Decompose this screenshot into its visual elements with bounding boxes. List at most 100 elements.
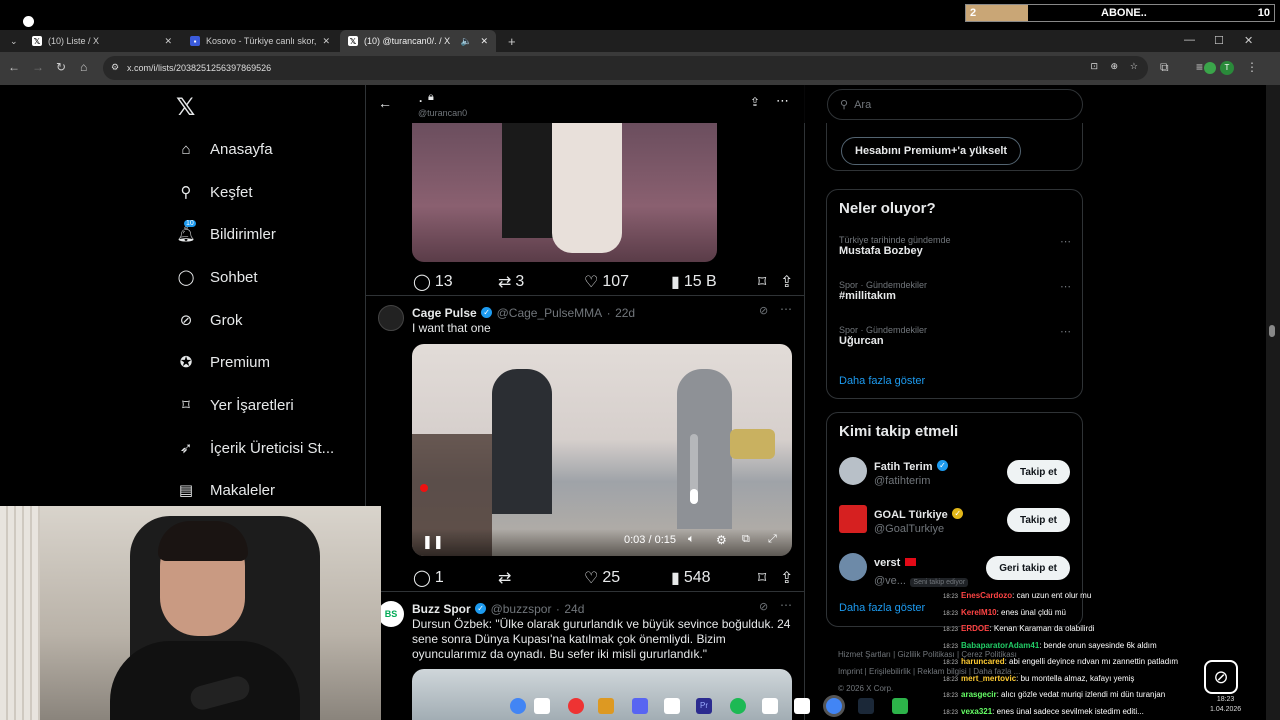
star-icon[interactable]: ☆ [1130, 61, 1138, 72]
zoom-icon[interactable]: ⊕ [1110, 61, 1118, 72]
home-icon[interactable]: ⌂ [80, 60, 87, 74]
nav-notifications[interactable]: 🔔︎ 10 Bildirimler [176, 219, 276, 249]
share-button[interactable]: ⇪ [780, 272, 793, 292]
speaker-icon[interactable]: 🔈 [461, 36, 472, 47]
search-input[interactable]: ⚲ Ara [827, 89, 1083, 120]
forward-icon[interactable]: → [32, 60, 44, 74]
settings-icon[interactable]: ⚙ [716, 533, 727, 547]
nav-bookmarks[interactable]: ⌑ Yer İşaretleri [176, 390, 294, 420]
reply-button[interactable]: ◯ 1 [413, 568, 444, 588]
nav-grok[interactable]: ⊘ Grok [176, 305, 243, 335]
author-name[interactable]: Buzz Spor [412, 602, 471, 616]
maximize-button[interactable]: ☐ [1214, 34, 1224, 47]
premium-upgrade-button[interactable]: Hesabını Premium+'a yükselt [841, 137, 1022, 165]
minimize-button[interactable]: — [1184, 34, 1195, 46]
footer-link[interactable]: Hizmet Şartları [838, 650, 891, 659]
author-handle[interactable]: @buzzspor [491, 602, 552, 616]
back-icon[interactable]: ← [8, 60, 20, 74]
site-info-icon[interactable]: ⚙ [111, 62, 119, 73]
retweet-button[interactable]: ⇄ 3 [498, 272, 524, 292]
avatar[interactable] [839, 457, 867, 485]
author-handle[interactable]: @Cage_PulseMMA [497, 306, 603, 320]
trend-item[interactable]: Spor · Gündemdekiler Uğurcan ⋯ [839, 325, 1071, 355]
profile-avatar[interactable]: T [1220, 61, 1234, 75]
grok-icon[interactable]: ⊘ [759, 304, 768, 317]
capcut-icon[interactable] [664, 698, 680, 714]
pip-icon[interactable]: ⧉ [742, 533, 750, 546]
premiere-icon[interactable]: Pr [696, 698, 712, 714]
like-button[interactable]: ♡ 107 [584, 272, 629, 292]
show-more-link[interactable]: Daha fazla göster [839, 602, 925, 614]
capcut-icon[interactable] [534, 698, 550, 714]
obs-icon[interactable] [568, 698, 584, 714]
steam-icon[interactable] [858, 698, 874, 714]
avatar[interactable] [839, 505, 867, 533]
more-icon[interactable]: ⋯ [780, 598, 792, 612]
app-icon[interactable] [892, 698, 908, 714]
volume-icon[interactable]: 🔈︎ [688, 533, 695, 546]
system-clock[interactable]: 18:23 1.04.2026 [1210, 695, 1241, 715]
extension-badge-icon[interactable] [1204, 62, 1216, 74]
chrome-icon[interactable] [510, 698, 526, 714]
discord-icon[interactable] [632, 698, 648, 714]
new-tab-button[interactable]: + [500, 30, 520, 52]
extensions-icon[interactable]: ⧉ [1160, 60, 1169, 75]
fullscreen-icon[interactable]: ⤢ [768, 533, 777, 546]
avatar[interactable]: BS [378, 601, 404, 627]
menu-icon[interactable]: ⋮ [1246, 60, 1258, 74]
capcut-icon[interactable] [762, 698, 778, 714]
nav-articles[interactable]: ▤ Makaleler [176, 475, 275, 505]
retweet-button[interactable]: ⇄ [498, 568, 515, 588]
reading-list-icon[interactable]: ≡ [1196, 60, 1203, 74]
nav-chat[interactable]: ◯ Sohbet [176, 262, 258, 292]
bookmark-button[interactable]: ⌑ [758, 568, 766, 588]
show-more-link[interactable]: Daha fazla göster [839, 375, 925, 387]
close-window-button[interactable]: ✕ [1244, 34, 1253, 47]
back-arrow-icon[interactable]: ← [378, 95, 392, 111]
address-bar[interactable]: ⚙ x.com/i/lists/2038251256397869526 ⊡ ⊕ … [103, 56, 1148, 80]
tweet-time[interactable]: 24d [564, 602, 584, 616]
tab-liste[interactable]: 𝕏 (10) Liste / X ✕ [24, 30, 180, 52]
nav-premium[interactable]: ✪ Premium [176, 347, 270, 377]
chrome-icon[interactable] [826, 698, 842, 714]
install-icon[interactable]: ⊡ [1090, 61, 1098, 72]
follow-user[interactable]: GOAL Türkiye ✓ @GoalTurkiye [874, 505, 964, 535]
tweet-video[interactable]: ❚❚ 0:03 / 0:15 🔈︎ ⚙ ⧉ ⤢ [412, 344, 792, 556]
spotify-icon[interactable] [730, 698, 746, 714]
tab-list-button[interactable]: ⌄ [2, 30, 22, 52]
follow-back-button[interactable]: Geri takip et [986, 556, 1070, 580]
follow-user[interactable]: verst @ve... Seni takip ediyor [874, 553, 969, 589]
like-button[interactable]: ♡ 25 [584, 568, 620, 588]
nav-creator-studio[interactable]: ➶ İçerik Üreticisi St... [176, 433, 334, 463]
tab-turancan[interactable]: 𝕏 (10) @turancan0/. / X 🔈 ✕ [340, 30, 496, 52]
capcut-icon[interactable] [794, 698, 810, 714]
more-icon[interactable]: ⋯ [1060, 235, 1071, 248]
footer-link[interactable]: Imprint [838, 667, 862, 676]
follow-button[interactable]: Takip et [1006, 460, 1070, 484]
author-name[interactable]: Cage Pulse [412, 306, 477, 320]
views-button[interactable]: ▮ 548 [671, 568, 711, 588]
more-icon[interactable]: ⋯ [1060, 280, 1071, 293]
trend-item[interactable]: Spor · Gündemdekiler #millitakım ⋯ [839, 280, 1071, 310]
tweet-time[interactable]: 22d [615, 306, 635, 320]
reply-button[interactable]: ◯ 13 [413, 272, 453, 292]
nav-explore[interactable]: ⚲ Keşfet [176, 177, 253, 207]
bookmark-button[interactable]: ⌑ [758, 272, 766, 292]
close-icon[interactable]: ✕ [480, 36, 488, 47]
reload-icon[interactable]: ↻ [56, 60, 66, 74]
follow-user[interactable]: Fatih Terim ✓ @fatihterim [874, 457, 948, 487]
close-icon[interactable]: ✕ [322, 36, 330, 47]
x-logo-icon[interactable]: 𝕏 [176, 93, 195, 122]
more-icon[interactable]: ⋯ [776, 93, 789, 109]
views-button[interactable]: ▮ 15 B [671, 272, 717, 292]
scrollbar-thumb[interactable] [1269, 325, 1275, 337]
more-icon[interactable]: ⋯ [1060, 325, 1071, 338]
page-scrollbar[interactable] [1266, 85, 1280, 720]
more-icon[interactable]: ⋯ [780, 302, 792, 316]
avatar[interactable] [378, 305, 404, 331]
grok-icon[interactable]: ⊘ [759, 600, 768, 613]
avatar[interactable] [839, 553, 867, 581]
app-icon[interactable] [598, 698, 614, 714]
footer-link[interactable]: Erişilebilirlik [869, 667, 911, 676]
share-icon[interactable]: ⇪ [750, 95, 760, 109]
